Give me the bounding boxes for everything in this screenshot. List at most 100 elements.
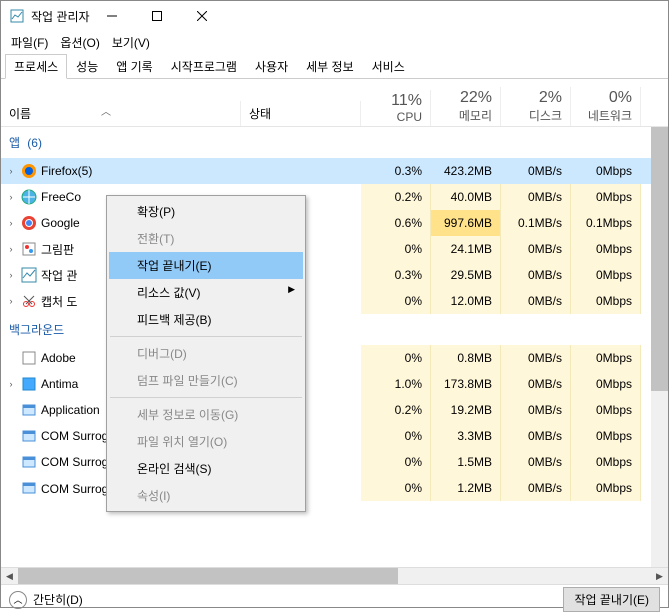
cell-usage: 0.1MB/s [501,210,571,236]
cell-usage: 0% [361,236,431,262]
fewer-details-button[interactable]: ︿ 간단히(D) [9,591,83,609]
header-network[interactable]: 0% 네트워크 [571,87,641,126]
expand-icon[interactable]: › [5,296,17,306]
ctx-props: 속성(I) [109,482,303,509]
group-apps[interactable]: 앱 (6) [1,127,668,158]
globe-icon [21,189,37,205]
expand-icon[interactable]: › [5,192,17,202]
context-separator [110,397,302,398]
cell-usage: 40.0MB [431,184,501,210]
ctx-online[interactable]: 온라인 검색(S) [109,455,303,482]
taskmgr-icon [21,267,37,283]
chrome-icon [21,215,37,231]
cell-usage: 3.3MB [431,423,501,449]
context-separator [110,336,302,337]
process-row[interactable]: ›그림판0%24.1MB0MB/s0Mbps [1,236,668,262]
adobe-icon [21,350,37,366]
tab-startup[interactable]: 시작프로그램 [162,54,246,78]
expand-icon[interactable]: › [5,270,17,280]
maximize-button[interactable] [135,1,180,31]
process-row[interactable]: ›작업 관0.3%29.5MB0MB/s0Mbps [1,262,668,288]
process-name: Firefox(5) [41,164,92,178]
end-task-button[interactable]: 작업 끝내기(E) [563,587,660,612]
cell-usage: 0MB/s [501,397,571,423]
process-row[interactable]: ›Google0.6%997.6MB0.1MB/s0.1Mbps [1,210,668,236]
process-row[interactable]: ›Firefox(5)0.3%423.2MB0MB/s0Mbps [1,158,668,184]
cell-usage: 0% [361,423,431,449]
window-title: 작업 관리자 [31,8,90,25]
process-row[interactable]: Adobe0%0.8MB0MB/s0Mbps [1,345,668,371]
cell-usage: 0MB/s [501,371,571,397]
menu-options[interactable]: 옵션(O) [54,32,105,53]
process-row[interactable]: Application0.2%19.2MB0MB/s0Mbps [1,397,668,423]
scroll-right-button[interactable]: ▶ [651,568,668,584]
tab-apphistory[interactable]: 앱 기록 [107,54,161,78]
cell-usage: 0Mbps [571,158,641,184]
process-name: 작업 관 [41,267,77,284]
menu-file[interactable]: 파일(F) [5,32,54,53]
menu-view[interactable]: 보기(V) [106,32,156,53]
tab-details[interactable]: 세부 정보 [297,54,363,78]
cell-usage: 0.1Mbps [571,210,641,236]
header-state[interactable]: 상태 [241,101,361,126]
expand-icon[interactable]: › [5,244,17,254]
cell-usage: 997.6MB [431,210,501,236]
cell-usage: 0.2% [361,184,431,210]
header-memory[interactable]: 22% 메모리 [431,87,501,126]
header-disk[interactable]: 2% 디스크 [501,87,571,126]
cell-usage: 423.2MB [431,158,501,184]
process-name: Google [41,216,80,230]
vertical-scrollbar[interactable] [651,127,668,567]
firefox-icon [21,163,37,179]
cell-usage: 12.0MB [431,288,501,314]
scroll-left-button[interactable]: ◀ [1,568,18,584]
header-name[interactable]: ︿ 이름 [1,101,241,126]
column-headers: ︿ 이름 상태 11% CPU 22% 메모리 2% 디스크 0% 네트워크 [1,79,668,127]
cell-usage: 0Mbps [571,184,641,210]
cell-usage: 0.8MB [431,345,501,371]
app-icon [21,480,37,496]
header-cpu[interactable]: 11% CPU [361,90,431,126]
close-button[interactable] [180,1,225,31]
process-row[interactable]: ›캡처 도0%12.0MB0MB/s0Mbps [1,288,668,314]
process-name: Application [41,403,100,417]
cell-usage: 0MB/s [501,345,571,371]
process-row[interactable]: ›Antima1.0%173.8MB0MB/s0Mbps [1,371,668,397]
process-row[interactable]: COM Surrogate0%1.5MB0MB/s0Mbps [1,449,668,475]
scrollbar-track[interactable] [18,568,651,584]
ctx-expand[interactable]: 확장(P) [109,198,303,225]
tab-services[interactable]: 서비스 [363,54,414,78]
process-name: FreeCo [41,190,81,204]
titlebar[interactable]: 작업 관리자 [1,1,668,31]
tab-users[interactable]: 사용자 [246,54,297,78]
cell-usage: 0% [361,449,431,475]
expand-icon[interactable]: › [5,379,17,389]
ctx-endtask[interactable]: 작업 끝내기(E) [109,252,303,279]
expand-icon[interactable]: › [5,166,17,176]
statusbar: ︿ 간단히(D) 작업 끝내기(E) [1,584,668,614]
horizontal-scrollbar[interactable]: ◀ ▶ [1,567,668,584]
scrollbar-thumb[interactable] [651,127,668,391]
cell-usage: 0MB/s [501,236,571,262]
app-icon [21,402,37,418]
ctx-dump: 덤프 파일 만들기(C) [109,367,303,394]
tab-performance[interactable]: 성능 [67,54,107,78]
scrollbar-thumb[interactable] [18,568,398,584]
process-name: Adobe [41,351,76,365]
process-list: 앱 (6) ›Firefox(5)0.3%423.2MB0MB/s0Mbps›F… [1,127,668,567]
cell-usage: 0MB/s [501,475,571,501]
process-row[interactable]: COM Surrogate(32비트)0%1.2MB0MB/s0Mbps [1,475,668,501]
process-row[interactable]: COM Surrogate0%3.3MB0MB/s0Mbps [1,423,668,449]
cell-usage: 0% [361,475,431,501]
minimize-button[interactable] [90,1,135,31]
group-background[interactable]: 백그라운드 [1,314,668,345]
tab-processes[interactable]: 프로세스 [5,54,67,79]
cell-usage: 0Mbps [571,371,641,397]
expand-icon[interactable]: › [5,218,17,228]
ctx-resource[interactable]: 리소스 값(V)▶ [109,279,303,306]
cell-usage: 0Mbps [571,262,641,288]
ctx-feedback[interactable]: 피드백 제공(B) [109,306,303,333]
process-name: 그림판 [41,241,74,258]
process-row[interactable]: ›FreeCo0.2%40.0MB0MB/s0Mbps [1,184,668,210]
paint-icon [21,241,37,257]
